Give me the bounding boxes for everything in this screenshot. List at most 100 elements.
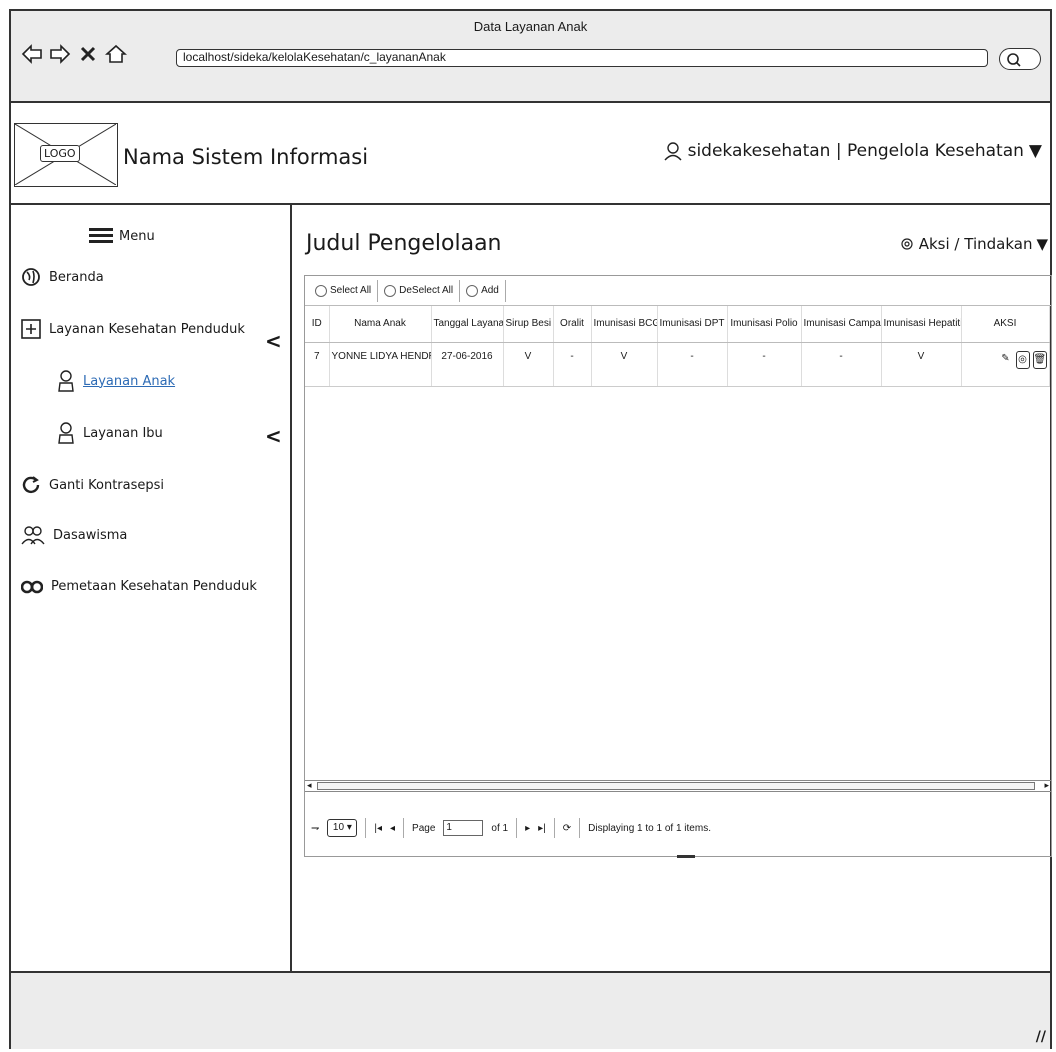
- sidebar-item-beranda[interactable]: Beranda: [21, 267, 104, 287]
- add-label: Add: [481, 285, 499, 296]
- main-content: Judul Pengelolaan Aksi / Tindakan ▼ Sele…: [294, 205, 1052, 971]
- column-header-imunisasi-dpt[interactable]: Imunisasi DPT: [657, 306, 728, 343]
- last-page-icon[interactable]: ▸|: [538, 823, 546, 834]
- sidebar-item-layanan-kesehatan-penduduk[interactable]: Layanan Kesehatan Penduduk: [21, 319, 245, 339]
- divider: [365, 818, 367, 838]
- back-arrow-icon[interactable]: [21, 43, 43, 65]
- actions-menu[interactable]: Aksi / Tindakan ▼: [899, 235, 1048, 253]
- horizontal-scrollbar[interactable]: ◂ ▸: [305, 780, 1051, 792]
- cell-imunisasi-dpt: -: [657, 342, 728, 387]
- caret-down-icon: ▼: [1028, 141, 1042, 161]
- grid-toolbar: Select All DeSelect All Add: [305, 276, 1051, 306]
- column-header-tanggal-layanan[interactable]: Tanggal Layanan: [431, 306, 504, 343]
- column-header-nama-anak[interactable]: Nama Anak: [329, 306, 432, 343]
- page-of-label: of 1: [491, 822, 509, 834]
- search-button[interactable]: [999, 48, 1041, 70]
- link-icon: [21, 580, 43, 593]
- view-icon[interactable]: ◎: [1015, 350, 1030, 369]
- sidebar-item-ganti-kontrasepsi[interactable]: Ganti Kontrasepsi: [21, 475, 164, 495]
- cell-nama-anak: YONNE LIDYA HENDR: [329, 342, 432, 387]
- home-icon[interactable]: [104, 43, 128, 65]
- refresh-icon[interactable]: ⟳: [563, 823, 571, 834]
- gear-icon: [901, 238, 913, 250]
- menu-label: Menu: [119, 228, 155, 244]
- page-title: Judul Pengelolaan: [306, 231, 502, 256]
- refresh-icon: [22, 476, 40, 494]
- person-icon: [58, 422, 74, 444]
- edit-pencil-icon[interactable]: ✎: [998, 350, 1013, 369]
- column-header-sirup-besi[interactable]: Sirup Besi: [503, 306, 554, 343]
- forward-arrow-icon[interactable]: [49, 43, 71, 65]
- cell-imunisasi-campak: -: [801, 342, 882, 387]
- scrollbar-track[interactable]: [317, 782, 1035, 790]
- browser-chrome: Data Layanan Anak localhost/sideka/kelol…: [11, 11, 1050, 103]
- menu-toggle[interactable]: Menu: [89, 227, 155, 245]
- page-label: Page: [412, 822, 436, 834]
- select-all-icon: [315, 284, 327, 297]
- deselect-all-button[interactable]: DeSelect All: [378, 279, 461, 302]
- delete-trash-icon[interactable]: 🗑: [1032, 350, 1047, 369]
- sidebar-item-layanan-anak[interactable]: Layanan Anak: [57, 369, 175, 393]
- app-header: LOGO Nama Sistem Informasi sidekakesehat…: [11, 103, 1050, 205]
- chevron-left-icon[interactable]: <: [265, 329, 282, 353]
- column-header-imunisasi-hepatitis[interactable]: Imunisasi Hepatitis: [881, 306, 962, 343]
- globe-icon: [22, 268, 40, 286]
- table-header-row: ID Nama Anak Tanggal Layanan Sirup Besi …: [305, 306, 1050, 343]
- url-bar[interactable]: localhost/sideka/kelolaKesehatan/c_layan…: [176, 49, 988, 67]
- chevron-left-icon[interactable]: <: [265, 424, 282, 448]
- scroll-left-icon[interactable]: ◂: [307, 781, 312, 791]
- deselect-all-label: DeSelect All: [399, 285, 454, 296]
- hamburger-icon: [89, 228, 113, 243]
- cell-sirup-besi: V: [503, 342, 554, 387]
- group-icon: [21, 526, 45, 545]
- cell-tanggal-layanan: 27-06-2016: [431, 342, 504, 387]
- plus-box-icon: [21, 319, 41, 339]
- sidebar-item-layanan-ibu[interactable]: Layanan Ibu: [57, 421, 163, 445]
- status-bar: //: [11, 971, 1050, 1049]
- sidebar-item-dasawisma[interactable]: Dasawisma: [21, 525, 127, 545]
- column-header-aksi: AKSI: [961, 306, 1050, 343]
- sidebar-item-label: Layanan Kesehatan Penduduk: [49, 321, 245, 337]
- sidebar-item-label: Layanan Anak: [83, 373, 176, 389]
- cell-id: 7: [305, 342, 330, 387]
- page-number-input[interactable]: 1: [443, 820, 484, 836]
- user-icon: [664, 142, 682, 161]
- user-label: sidekakesehatan | Pengelola Kesehatan: [687, 141, 1024, 161]
- window-resize-grip-icon[interactable]: //: [1036, 1029, 1046, 1045]
- page-size-select[interactable]: 10 ▾: [327, 819, 358, 837]
- column-header-id[interactable]: ID: [305, 306, 330, 343]
- add-button[interactable]: Add: [460, 279, 506, 302]
- column-header-imunisasi-bcg[interactable]: Imunisasi BCG: [591, 306, 658, 343]
- search-icon: [1007, 53, 1021, 67]
- scroll-right-icon[interactable]: ▸: [1044, 781, 1049, 791]
- divider: [579, 818, 581, 838]
- sidebar-item-label: Ganti Kontrasepsi: [49, 477, 165, 493]
- column-header-oralit[interactable]: Oralit: [553, 306, 592, 343]
- first-page-icon[interactable]: |◂: [374, 823, 382, 834]
- divider: [403, 818, 405, 838]
- pager-menu-icon[interactable]: ⇁: [311, 823, 319, 834]
- data-table: ID Nama Anak Tanggal Layanan Sirup Besi …: [305, 306, 1050, 387]
- pagination-bar: ⇁ 10 ▾ |◂ ◂ Page 1 of 1 ▸ ▸| ⟳ Displayin…: [305, 806, 1051, 850]
- cell-aksi: ✎ ◎ 🗑: [961, 342, 1050, 387]
- cell-oralit: -: [553, 342, 592, 387]
- previous-page-icon[interactable]: ◂: [390, 823, 395, 834]
- column-header-imunisasi-campak[interactable]: Imunisasi Campak: [801, 306, 882, 343]
- caret-down-icon: ▼: [1036, 235, 1048, 253]
- add-icon: [466, 284, 479, 297]
- stop-close-icon[interactable]: [77, 43, 99, 65]
- table-row[interactable]: 7 YONNE LIDYA HENDR 27-06-2016 V - V - -…: [305, 342, 1050, 387]
- logo: LOGO: [14, 123, 118, 187]
- deselect-all-icon: [384, 284, 397, 297]
- user-menu[interactable]: sidekakesehatan | Pengelola Kesehatan ▼: [663, 141, 1042, 161]
- data-grid: Select All DeSelect All Add ID Nama Anak…: [304, 275, 1052, 858]
- select-all-button[interactable]: Select All: [309, 279, 379, 302]
- next-page-icon[interactable]: ▸: [525, 823, 530, 834]
- column-header-imunisasi-polio[interactable]: Imunisasi Polio: [727, 306, 802, 343]
- actions-label: Aksi / Tindakan: [918, 235, 1033, 253]
- sidebar-item-label: Pemetaan Kesehatan Penduduk: [51, 579, 257, 594]
- sidebar-item-pemetaan-kesehatan-penduduk[interactable]: Pemetaan Kesehatan Penduduk: [21, 579, 257, 594]
- resize-handle[interactable]: [677, 855, 695, 858]
- select-all-label: Select All: [330, 285, 372, 296]
- sidebar: Menu Beranda Layanan Kesehatan Penduduk …: [11, 205, 292, 971]
